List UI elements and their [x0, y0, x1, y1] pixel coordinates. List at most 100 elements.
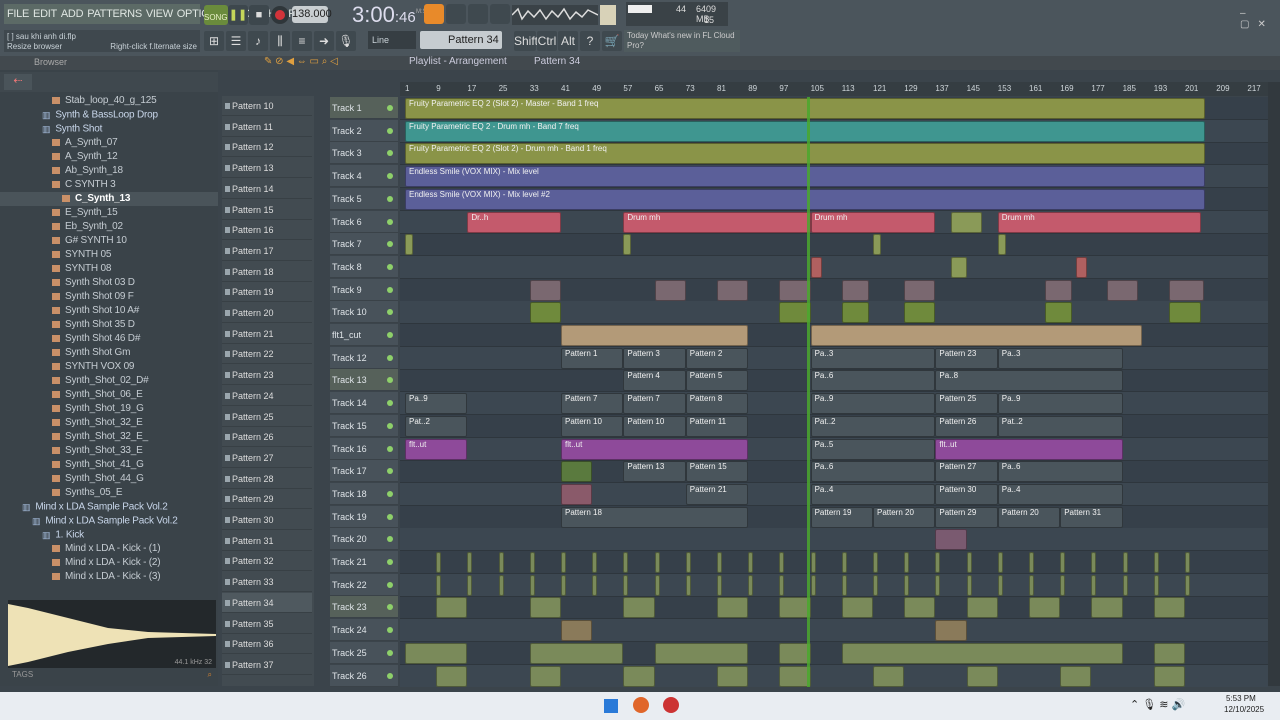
clip[interactable]: [436, 597, 468, 619]
clip[interactable]: Pa..4: [810, 483, 936, 505]
clip[interactable]: [529, 574, 535, 596]
track-header[interactable]: Track 3: [330, 142, 398, 165]
clip[interactable]: [1122, 552, 1128, 573]
browser-file[interactable]: Synth Shot 46 D#: [0, 332, 218, 346]
clip[interactable]: [623, 574, 629, 596]
pattern-item[interactable]: Pattern 17: [222, 241, 312, 261]
track-mute-led[interactable]: [387, 127, 393, 134]
pattern-item[interactable]: Pattern 33: [222, 572, 312, 593]
song-mode-toggle[interactable]: SONG: [204, 5, 228, 25]
clip[interactable]: [997, 552, 1003, 573]
window-controls[interactable]: –▢✕: [1240, 8, 1280, 30]
clip[interactable]: Fruity Parametric EQ 2 - Drum mh - Band …: [405, 120, 1205, 142]
clip[interactable]: [1122, 574, 1128, 596]
clip[interactable]: [810, 574, 816, 596]
track-mute-led[interactable]: [387, 377, 393, 384]
track-header[interactable]: Track 12: [330, 346, 398, 369]
clip[interactable]: [997, 574, 1003, 596]
cart-icon[interactable]: 🛒: [602, 31, 622, 51]
clip[interactable]: [1169, 279, 1205, 301]
browser-file[interactable]: Synth_Shot_32_E_: [0, 430, 218, 444]
arrangement-grid[interactable]: Fruity Parametric EQ 2 (Slot 2) - Master…: [400, 97, 1268, 687]
clip[interactable]: [1060, 665, 1092, 687]
browser-file[interactable]: C_Synth_13: [0, 192, 218, 206]
clip[interactable]: [873, 234, 881, 256]
track-mute-led[interactable]: [387, 286, 393, 293]
track-header[interactable]: Track 14: [330, 392, 398, 415]
clip[interactable]: Pa..9: [810, 393, 936, 415]
channel-rack-icon[interactable]: ☰: [226, 31, 246, 51]
track-lane[interactable]: [400, 301, 1268, 325]
browser-file[interactable]: SYNTH 08: [0, 262, 218, 276]
track-header[interactable]: Track 26: [330, 664, 398, 687]
pattern-item[interactable]: Pattern 36: [222, 634, 312, 655]
track-mute-led[interactable]: [387, 581, 393, 588]
clip[interactable]: [561, 461, 593, 483]
browser-file[interactable]: Stab_loop_40_g_125: [0, 94, 218, 108]
clip[interactable]: Pat..2: [997, 415, 1123, 437]
news-panel[interactable]: Today What's new in FL Cloud Pro?: [624, 30, 740, 52]
clip[interactable]: [654, 574, 660, 596]
pattern-item[interactable]: Pattern 31: [222, 531, 312, 551]
clip[interactable]: [951, 211, 983, 233]
menu-edit[interactable]: EDIT: [33, 8, 57, 20]
clip[interactable]: Pa..6: [810, 461, 936, 483]
menu-patterns[interactable]: PATTERNS: [87, 8, 142, 20]
clip[interactable]: [1107, 279, 1139, 301]
clip[interactable]: [841, 597, 873, 619]
browser-file[interactable]: Synth_Shot_19_G: [0, 402, 218, 416]
tempo-field[interactable]: 138.000: [292, 6, 332, 23]
clip[interactable]: flt..ut: [935, 438, 1123, 460]
track-mute-led[interactable]: [387, 400, 393, 407]
clip[interactable]: Drum mh: [997, 211, 1201, 233]
clip[interactable]: Fruity Parametric EQ 2 (Slot 2) - Drum m…: [405, 143, 1205, 165]
clip[interactable]: [436, 665, 468, 687]
clip[interactable]: Endless Smile (VOX MIX) - Mix level: [405, 166, 1205, 188]
browser-file[interactable]: Eb_Synth_02: [0, 220, 218, 234]
track-lane[interactable]: Pattern 13 Pattern 15 Pa..6 Pattern 27 Pa..6: [400, 460, 1268, 484]
clip[interactable]: [966, 552, 972, 573]
clip[interactable]: Pattern 10: [561, 415, 624, 437]
tool-icons[interactable]: ✎ ⊘ ◀ ⇔ ▭ ⌕ ◁: [264, 56, 338, 67]
track-lane[interactable]: Fruity Parametric EQ 2 (Slot 2) - Drum m…: [400, 142, 1268, 166]
browser-file[interactable]: E_Synth_15: [0, 206, 218, 220]
clip[interactable]: [529, 302, 561, 324]
track-header[interactable]: Track 5: [330, 187, 398, 210]
track-mute-led[interactable]: [387, 627, 393, 634]
chrome-icon[interactable]: [633, 697, 649, 713]
clip[interactable]: Pattern 31: [1060, 506, 1123, 528]
clip[interactable]: [1029, 597, 1061, 619]
track-lane[interactable]: Pat..2 Pattern 10 Pattern 10 Pattern 11 Pat.…: [400, 415, 1268, 438]
clip[interactable]: [654, 279, 686, 301]
clip[interactable]: Pattern 10: [623, 415, 686, 437]
clip[interactable]: [935, 552, 941, 573]
menu-file[interactable]: FILE: [7, 8, 29, 20]
clip[interactable]: [1029, 574, 1034, 596]
pattern-item[interactable]: Pattern 23: [222, 365, 312, 386]
browser-file[interactable]: Synth_Shot_06_E: [0, 388, 218, 402]
browser-file[interactable]: Synth Shot 10 A#: [0, 304, 218, 318]
clip[interactable]: Pattern 8: [685, 393, 749, 415]
track-mute-led[interactable]: [387, 173, 393, 180]
clip[interactable]: [623, 552, 629, 573]
record-button[interactable]: [271, 6, 289, 24]
track-mute-led[interactable]: [387, 105, 393, 111]
pattern-item[interactable]: Pattern 32: [222, 551, 312, 572]
clip[interactable]: Pattern 23: [935, 347, 998, 369]
pattern-list[interactable]: Pattern 10 Pattern 11 Pattern 12 Pattern 13…: [222, 96, 314, 686]
clip[interactable]: [561, 325, 749, 346]
browser-file[interactable]: Synth_Shot_44_G: [0, 472, 218, 486]
clip[interactable]: flt..ut: [405, 438, 468, 460]
pattern-item[interactable]: Pattern 29: [222, 489, 312, 510]
clip[interactable]: [904, 552, 910, 573]
track-mute-led[interactable]: [387, 468, 393, 475]
track-header[interactable]: Track 20: [330, 528, 398, 551]
clip[interactable]: [592, 552, 598, 573]
clip[interactable]: [405, 642, 468, 664]
track-lane[interactable]: [400, 324, 1268, 347]
microphone-icon[interactable]: 🎙: [336, 31, 356, 51]
clip[interactable]: Pattern 29: [935, 506, 998, 528]
browser-file[interactable]: Synth Shot 09 F: [0, 290, 218, 304]
clip[interactable]: [966, 597, 998, 619]
clip[interactable]: [529, 642, 624, 664]
